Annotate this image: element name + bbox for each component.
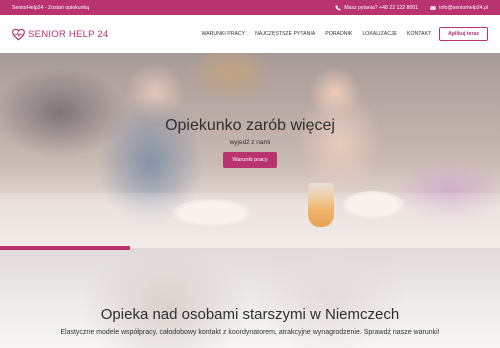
care-section: Opieka nad osobami starszymi w Niemczech… bbox=[0, 248, 500, 348]
care-section-content: Opieka nad osobami starszymi w Niemczech… bbox=[0, 306, 500, 338]
nav-item-faq[interactable]: NAJCZĘSTSZE PYTANIA bbox=[255, 31, 315, 37]
care-section-text: Elastyczne modele współpracy, całodobowy… bbox=[60, 329, 440, 336]
nav-item-kontakt[interactable]: KONTAKT bbox=[407, 31, 431, 37]
phone-icon bbox=[335, 5, 341, 11]
nav-item-lokalizacje[interactable]: LOKALIZACJE bbox=[362, 31, 397, 37]
hero-photo-table bbox=[0, 193, 500, 248]
hero-title: Opiekunko zarób więcej bbox=[165, 117, 335, 134]
nav-item-poradnik[interactable]: PORADNIK bbox=[325, 31, 352, 37]
hero-content: Opiekunko zarób więcej wyjedź z nami War… bbox=[0, 117, 500, 168]
top-bar: SeniorHelp24 - Zostań opiekunką Masz pyt… bbox=[0, 0, 500, 15]
care-section-title: Opieka nad osobami starszymi w Niemczech bbox=[100, 306, 400, 323]
email-text[interactable]: info@seniorhelp24.pl bbox=[439, 5, 488, 11]
nav-item-warunki-pracy[interactable]: WARUNKI PRACY bbox=[202, 31, 246, 37]
hero-photo-plate bbox=[342, 191, 404, 219]
top-bar-contacts: Masz pytania? +48 22 122 8001 info@senio… bbox=[335, 5, 488, 11]
hero-subtitle: wyjedź z nami bbox=[229, 139, 271, 146]
apply-now-button[interactable]: Aplikuj teraz bbox=[439, 27, 488, 41]
top-bar-tagline: SeniorHelp24 - Zostań opiekunką bbox=[12, 4, 89, 11]
main-nav: WARUNKI PRACY NAJCZĘSTSZE PYTANIA PORADN… bbox=[190, 31, 432, 37]
logo-text: SENIOR HELP 24 bbox=[28, 28, 109, 40]
care-section-accent-bar bbox=[0, 248, 130, 250]
site-header: SENIOR HELP 24 WARUNKI PRACY NAJCZĘSTSZE… bbox=[0, 15, 500, 53]
hero-section: Opiekunko zarób więcej wyjedź z nami War… bbox=[0, 53, 500, 248]
envelope-icon bbox=[430, 5, 436, 10]
logo[interactable]: SENIOR HELP 24 bbox=[12, 28, 190, 41]
work-conditions-button[interactable]: Warunki pracy bbox=[223, 152, 277, 168]
email-contact[interactable]: info@seniorhelp24.pl bbox=[430, 5, 488, 11]
hero-photo-glass bbox=[308, 183, 334, 227]
phone-contact[interactable]: Masz pytania? +48 22 122 8001 bbox=[335, 5, 418, 11]
phone-text[interactable]: Masz pytania? +48 22 122 8001 bbox=[344, 5, 418, 11]
heart-logo-icon bbox=[12, 28, 25, 40]
hero-photo-plate bbox=[172, 199, 252, 227]
